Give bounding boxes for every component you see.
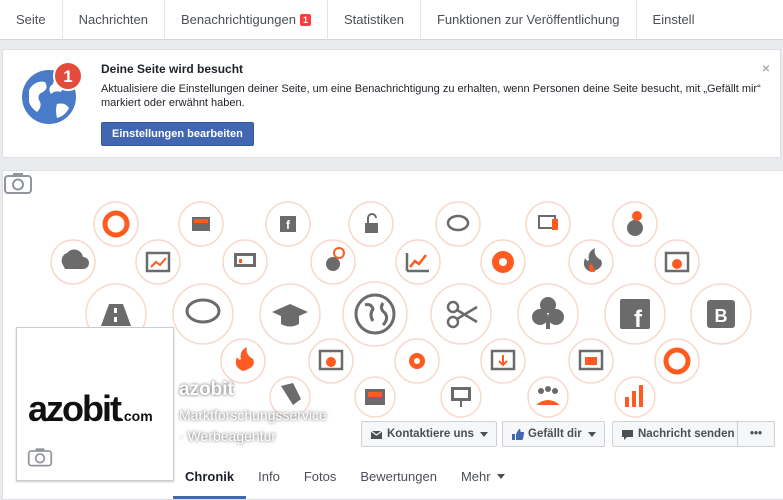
tab-label: Mehr — [460, 468, 491, 484]
nav-tab-nachrichten[interactable]: Nachrichten — [63, 0, 166, 40]
like-button[interactable]: Gefällt dir — [502, 421, 605, 447]
contact-us-button[interactable]: Kontaktiere uns — [361, 421, 497, 447]
camera-icon[interactable] — [3, 171, 33, 195]
notice-title: Deine Seite wird besucht — [101, 62, 244, 76]
page-category[interactable]: · Werbeagentur — [179, 428, 276, 444]
svg-text:B: B — [715, 306, 728, 326]
tab-bewertungen[interactable]: Bewertungen — [348, 453, 449, 499]
notification-count-badge: 1 — [299, 13, 311, 26]
tab-chronik[interactable]: Chronik — [173, 453, 247, 499]
send-message-label: Nachricht senden — [638, 428, 735, 440]
page-tabs: Chronik Info Fotos Bewertungen Mehr — [173, 453, 517, 499]
svg-text:f: f — [634, 306, 643, 333]
envelope-icon — [370, 430, 383, 439]
more-dots-icon: ••• — [749, 428, 763, 440]
globe-notification-icon: 1 — [22, 61, 83, 124]
notice-text: Aktualisiere die Einstellungen deiner Se… — [101, 83, 761, 109]
nav-label: Funktionen zur Veröffentlichung — [436, 12, 620, 27]
thumbs-up-icon — [512, 428, 524, 440]
nav-tab-einstellungen[interactable]: Einstell — [637, 0, 711, 40]
tab-label: Chronik — [185, 468, 235, 484]
edit-settings-button[interactable]: Einstellungen bearbeiten — [101, 122, 254, 146]
tab-fotos[interactable]: Fotos — [292, 453, 349, 499]
nav-tab-seite[interactable]: Seite — [0, 0, 63, 40]
chevron-down-icon — [587, 431, 596, 437]
page-category[interactable]: Marktforschungsservice — [179, 407, 327, 423]
nav-label: Nachrichten — [78, 12, 149, 27]
chevron-down-icon — [479, 431, 488, 437]
nav-label: Einstell — [652, 12, 695, 27]
nav-label: Benachrichtigungen — [181, 12, 296, 27]
nav-tab-statistiken[interactable]: Statistiken — [328, 0, 421, 40]
like-label: Gefällt dir — [528, 428, 582, 440]
tab-info[interactable]: Info — [246, 453, 292, 499]
camera-icon[interactable] — [27, 446, 53, 468]
azobit-logo: azobit.com — [28, 388, 153, 429]
nav-tab-veroeffentlichung[interactable]: Funktionen zur Veröffentlichung — [421, 0, 637, 40]
message-icon — [622, 429, 633, 440]
send-message-button[interactable]: Nachricht senden — [612, 421, 744, 447]
nav-label: Statistiken — [343, 12, 404, 27]
tab-label: Info — [258, 468, 280, 484]
profile-picture[interactable]: azobit.com — [16, 327, 174, 481]
contact-us-label: Kontaktiere uns — [387, 428, 474, 440]
tab-label: Bewertungen — [360, 468, 437, 484]
nav-label: Seite — [16, 12, 46, 27]
close-icon[interactable]: × — [762, 60, 770, 76]
page-name[interactable]: azobit — [179, 379, 234, 401]
tab-label: Fotos — [303, 468, 337, 484]
nav-tab-benachrichtigungen[interactable]: Benachrichtigungen 1 — [165, 0, 328, 40]
page-header-card: f f B azobit.com azobit Marktforschungss… — [2, 170, 783, 500]
page-top-nav: Seite Nachrichten Benachrichtigungen 1 St… — [0, 0, 783, 40]
globe-badge-count: 1 — [63, 67, 72, 86]
more-options-button[interactable]: ••• — [737, 421, 775, 447]
chevron-down-icon — [496, 473, 505, 479]
visit-notification-card: 1 Deine Seite wird besucht Aktualisiere … — [2, 49, 781, 158]
tab-mehr[interactable]: Mehr — [449, 453, 517, 499]
